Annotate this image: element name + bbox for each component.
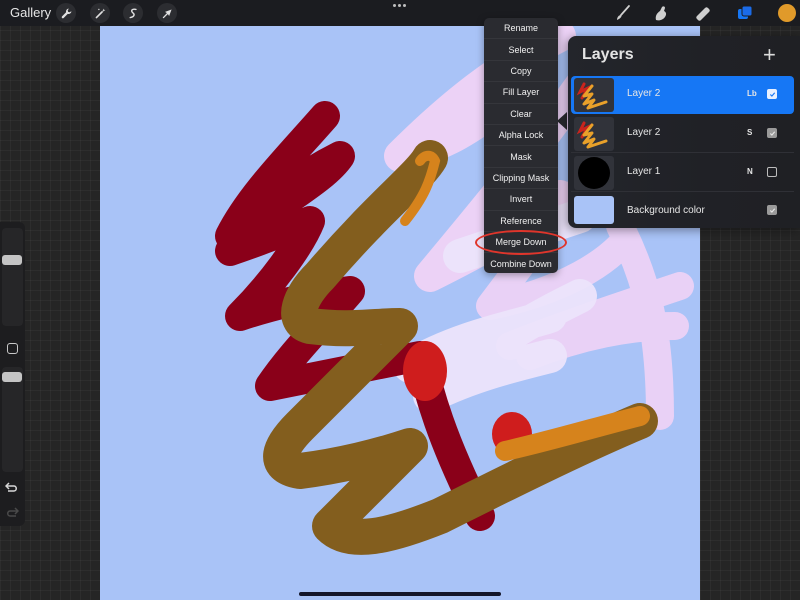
brush-icon (617, 5, 630, 20)
selection-button[interactable] (123, 3, 143, 23)
brush-tool-button[interactable] (612, 3, 634, 23)
transform-button[interactable] (157, 3, 177, 23)
left-sidebar (0, 222, 25, 526)
layer-thumbnail (574, 156, 614, 190)
checkmark-icon (769, 207, 775, 213)
menu-item-clipping-mask[interactable]: Clipping Mask (484, 168, 558, 190)
layer-row[interactable]: Layer 2 Lb (571, 76, 794, 114)
square-modifier-icon[interactable] (7, 343, 18, 354)
menu-item-select[interactable]: Select (484, 39, 558, 61)
selection-s-icon (129, 8, 137, 18)
arrow-cursor-icon (162, 8, 172, 18)
layers-icon (738, 5, 753, 19)
plus-icon: + (763, 42, 776, 67)
undo-button[interactable] (4, 480, 21, 494)
layer-row[interactable]: Layer 1 N (571, 154, 794, 192)
opacity-thumb[interactable] (2, 372, 22, 382)
layer-name: Layer 2 (627, 88, 661, 99)
layer-name: Layer 1 (627, 166, 661, 177)
home-indicator[interactable] (299, 592, 501, 596)
layer-visibility-checkbox[interactable] (767, 205, 777, 215)
layer-visibility-checkbox[interactable] (767, 89, 777, 99)
menu-item-mask[interactable]: Mask (484, 146, 558, 168)
layer-thumbnail (574, 117, 614, 151)
red-overlap-1 (403, 341, 447, 401)
layers-panel-title: Layers (582, 46, 634, 63)
smudge-finger-icon (655, 6, 667, 21)
redo-button[interactable] (5, 505, 21, 519)
wrench-icon (61, 8, 71, 18)
actions-button[interactable] (56, 3, 76, 23)
layer-thumbnail (574, 78, 614, 112)
layer-blend-mode-button[interactable]: N (747, 167, 753, 176)
layer-name: Background color (627, 205, 705, 216)
checkmark-icon (769, 91, 775, 97)
menu-item-reference[interactable]: Reference (484, 211, 558, 232)
adjustments-button[interactable] (90, 3, 110, 23)
menu-item-copy[interactable]: Copy (484, 61, 558, 83)
layer-row[interactable]: Layer 2 S (571, 115, 794, 153)
menu-item-combine-down[interactable]: Combine Down (484, 253, 558, 273)
brush-size-slider[interactable] (2, 228, 23, 326)
menu-item-clear[interactable]: Clear (484, 104, 558, 125)
undo-icon (4, 482, 17, 492)
layers-panel: Layers + Layer 2 Lb Layer 2 S Layer 1 N … (568, 36, 800, 228)
redo-icon (7, 507, 20, 517)
scribble-thumbnail-icon (576, 121, 608, 149)
menu-item-fill-layer[interactable]: Fill Layer (484, 82, 558, 104)
more-dots-icon (393, 4, 396, 7)
layer-row-background[interactable]: Background color (571, 192, 794, 230)
eraser-tool-button[interactable] (692, 3, 714, 23)
layer-visibility-checkbox[interactable] (767, 128, 777, 138)
add-layer-button[interactable]: + (763, 44, 776, 66)
more-menu-button[interactable] (393, 4, 406, 7)
checkmark-icon (769, 130, 775, 136)
background-color-swatch (574, 196, 614, 224)
layer-blend-mode-button[interactable]: Lb (747, 89, 757, 98)
layers-tool-button[interactable] (734, 3, 756, 23)
menu-item-rename[interactable]: Rename (484, 18, 558, 40)
dot (398, 4, 401, 7)
menu-item-merge-down[interactable]: Merge Down (484, 232, 558, 254)
magic-wand-icon (95, 8, 105, 18)
color-picker-button[interactable] (778, 4, 796, 22)
black-circle-thumbnail-icon (578, 157, 610, 189)
dot (403, 4, 406, 7)
layer-blend-mode-button[interactable]: S (747, 128, 752, 137)
top-toolbar: Gallery (0, 0, 800, 26)
scribble-thumbnail-icon (576, 82, 608, 110)
smudge-tool-button[interactable] (650, 3, 672, 23)
menu-item-invert[interactable]: Invert (484, 189, 558, 211)
gallery-button[interactable]: Gallery (10, 5, 51, 20)
opacity-slider[interactable] (2, 367, 23, 472)
brush-size-thumb[interactable] (2, 255, 22, 265)
layer-visibility-checkbox[interactable] (767, 167, 777, 177)
context-menu-pointer (557, 112, 567, 130)
menu-item-alpha-lock[interactable]: Alpha Lock (484, 125, 558, 147)
eraser-icon (696, 7, 710, 21)
layer-options-menu: Rename Select Copy Fill Layer Clear Alph… (484, 18, 558, 273)
layer-name: Layer 2 (627, 127, 661, 138)
